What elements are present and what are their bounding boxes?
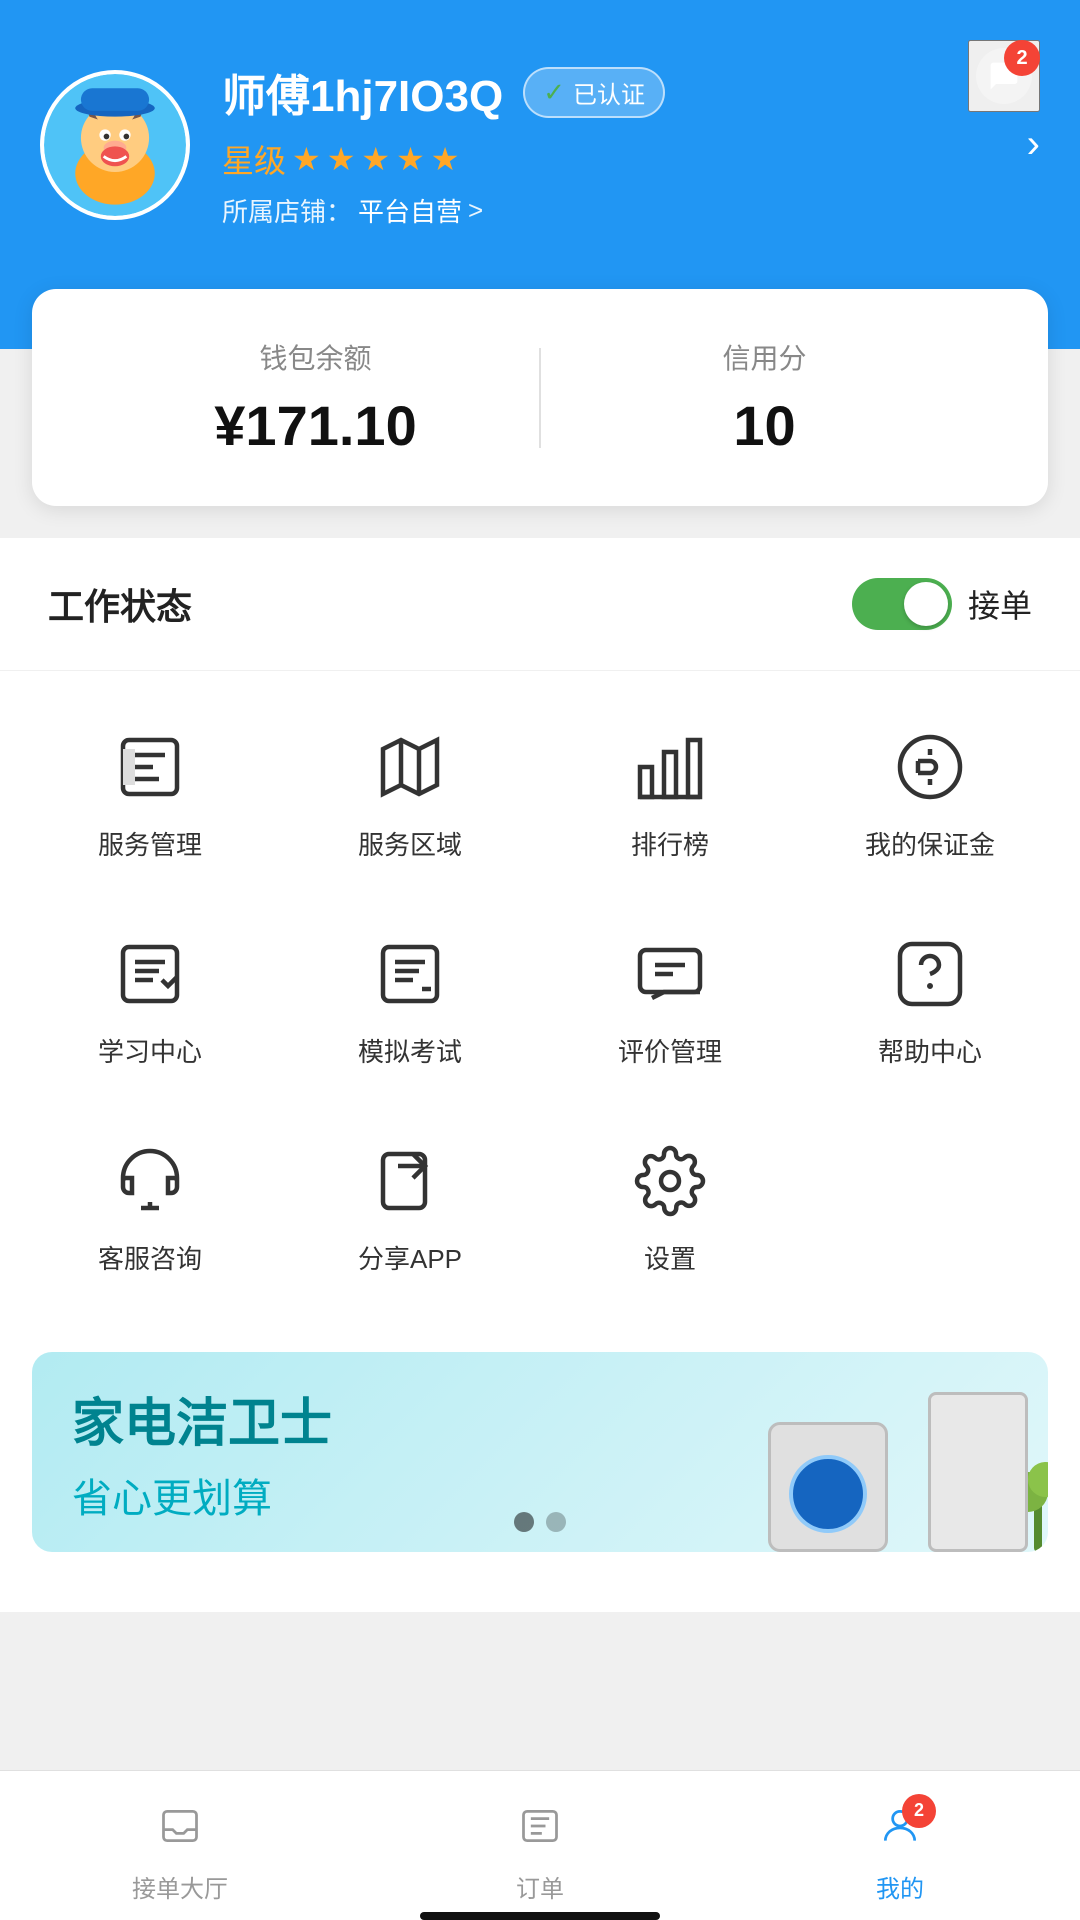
menu-item-share-app[interactable]: 分享APP bbox=[280, 1105, 540, 1312]
menu-label-customer-service: 客服咨询 bbox=[98, 1239, 202, 1276]
banner-text-area: 家电洁卫士 省心更划算 bbox=[32, 1352, 372, 1552]
person-icon: 2 bbox=[878, 1804, 922, 1859]
profile-info: 师傅1hj7IO3Q ✓ 已认证 星级 ★ ★ ★ ★ ★ 所属店铺： 平台自营… bbox=[222, 60, 995, 229]
menu-label-share-app: 分享APP bbox=[358, 1239, 462, 1276]
work-status-row: 工作状态 接单 bbox=[0, 538, 1080, 671]
share-icon bbox=[370, 1141, 450, 1221]
home-indicator bbox=[420, 1912, 660, 1920]
notification-button[interactable]: 2 bbox=[968, 40, 1040, 112]
store-row: 所属店铺： 平台自营 > bbox=[222, 192, 995, 229]
menu-label-mock-exam: 模拟考试 bbox=[358, 1032, 462, 1069]
nav-item-orders-hall[interactable]: 接单大厅 bbox=[0, 1788, 360, 1904]
menu-label-deposit: 我的保证金 bbox=[865, 825, 995, 862]
toggle-text: 接单 bbox=[968, 581, 1032, 627]
notification-icon-wrap: 2 bbox=[976, 48, 1032, 104]
bottom-nav: 接单大厅 订单 2 我的 bbox=[0, 1770, 1080, 1920]
help-icon bbox=[890, 934, 970, 1014]
avatar bbox=[40, 70, 190, 220]
exam-icon bbox=[370, 934, 450, 1014]
comment-icon bbox=[630, 934, 710, 1014]
wallet-balance-value: ¥171.10 bbox=[92, 393, 539, 458]
menu-label-learning: 学习中心 bbox=[98, 1032, 202, 1069]
main-content: 工作状态 接单 服务管理 bbox=[0, 538, 1080, 1612]
money-icon bbox=[890, 727, 970, 807]
headset-icon bbox=[110, 1141, 190, 1221]
store-arrow-icon: > bbox=[468, 195, 483, 226]
menu-label-service-mgmt: 服务管理 bbox=[98, 825, 202, 862]
menu-item-mock-exam[interactable]: 模拟考试 bbox=[280, 898, 540, 1105]
menu-item-review-mgmt[interactable]: 评价管理 bbox=[540, 898, 800, 1105]
menu-item-settings[interactable]: 设置 bbox=[540, 1105, 800, 1312]
gear-icon bbox=[630, 1141, 710, 1221]
banner-dot-1 bbox=[514, 1512, 534, 1532]
menu-label-review-mgmt: 评价管理 bbox=[618, 1032, 722, 1069]
washing-machine-icon bbox=[768, 1422, 888, 1552]
inbox-icon bbox=[158, 1804, 202, 1859]
menu-item-deposit[interactable]: 我的保证金 bbox=[800, 691, 1060, 898]
toggle-knob bbox=[904, 582, 948, 626]
nav-label-orders-hall: 接单大厅 bbox=[132, 1869, 228, 1904]
profile-row: 师傅1hj7IO3Q ✓ 已认证 星级 ★ ★ ★ ★ ★ 所属店铺： 平台自营… bbox=[40, 60, 1040, 229]
wallet-credit-section[interactable]: 信用分 10 bbox=[541, 337, 988, 458]
menu-item-ranking[interactable]: 排行榜 bbox=[540, 691, 800, 898]
profile-name: 师傅1hj7IO3Q bbox=[222, 60, 503, 124]
menu-item-service-area[interactable]: 服务区域 bbox=[280, 691, 540, 898]
star-3: ★ bbox=[361, 140, 390, 178]
stars-row: 星级 ★ ★ ★ ★ ★ bbox=[222, 136, 995, 182]
store-name[interactable]: 平台自营 bbox=[358, 192, 462, 229]
verified-label: 已认证 bbox=[573, 75, 645, 110]
wallet-credit-value: 10 bbox=[541, 393, 988, 458]
fridge-icon bbox=[928, 1392, 1028, 1552]
nav-item-orders[interactable]: 订单 bbox=[360, 1788, 720, 1904]
star-5: ★ bbox=[431, 140, 460, 178]
menu-item-help[interactable]: 帮助中心 bbox=[800, 898, 1060, 1105]
list-icon bbox=[518, 1804, 562, 1859]
wallet-balance-label: 钱包余额 bbox=[92, 337, 539, 377]
star-2: ★ bbox=[327, 140, 356, 178]
menu-label-settings: 设置 bbox=[644, 1239, 696, 1276]
menu-label-service-area: 服务区域 bbox=[358, 825, 462, 862]
banner-appliances bbox=[688, 1352, 1048, 1552]
nav-label-orders: 订单 bbox=[516, 1869, 564, 1904]
wallet-balance-section[interactable]: 钱包余额 ¥171.10 bbox=[92, 337, 539, 458]
work-status-toggle[interactable] bbox=[852, 578, 952, 630]
notification-badge: 2 bbox=[1004, 40, 1040, 76]
mine-nav-badge: 2 bbox=[902, 1794, 936, 1828]
menu-label-help: 帮助中心 bbox=[878, 1032, 982, 1069]
menu-item-learning[interactable]: 学习中心 bbox=[20, 898, 280, 1105]
star-4: ★ bbox=[396, 140, 425, 178]
banner-title: 家电洁卫士 bbox=[72, 1381, 332, 1456]
verified-check-icon: ✓ bbox=[543, 77, 565, 108]
map-icon bbox=[370, 727, 450, 807]
chart-icon bbox=[630, 727, 710, 807]
star-label: 星级 bbox=[222, 136, 286, 182]
menu-item-customer-service[interactable]: 客服咨询 bbox=[20, 1105, 280, 1312]
wallet-credit-label: 信用分 bbox=[541, 337, 988, 377]
learn-icon bbox=[110, 934, 190, 1014]
nav-label-mine: 我的 bbox=[876, 1869, 924, 1904]
menu-grid: 服务管理 服务区域 排行榜 bbox=[0, 671, 1080, 1332]
banner-dots bbox=[514, 1512, 566, 1532]
menu-item-service-mgmt[interactable]: 服务管理 bbox=[20, 691, 280, 898]
star-1: ★ bbox=[292, 140, 321, 178]
profile-nav-arrow[interactable]: › bbox=[1027, 122, 1040, 167]
nav-item-mine[interactable]: 2 我的 bbox=[720, 1788, 1080, 1904]
avatar-image bbox=[44, 70, 186, 220]
wallet-card: 钱包余额 ¥171.10 信用分 10 bbox=[32, 289, 1048, 506]
toggle-wrap: 接单 bbox=[852, 578, 1032, 630]
book-icon bbox=[110, 727, 190, 807]
store-prefix: 所属店铺： bbox=[222, 192, 352, 229]
verified-badge: ✓ 已认证 bbox=[523, 67, 665, 118]
banner-dot-2 bbox=[546, 1512, 566, 1532]
promo-banner[interactable]: 家电洁卫士 省心更划算 bbox=[32, 1352, 1048, 1552]
profile-name-row: 师傅1hj7IO3Q ✓ 已认证 bbox=[222, 60, 995, 124]
banner-subtitle: 省心更划算 bbox=[72, 1466, 332, 1524]
work-status-label: 工作状态 bbox=[48, 578, 852, 630]
menu-label-ranking: 排行榜 bbox=[631, 825, 709, 862]
